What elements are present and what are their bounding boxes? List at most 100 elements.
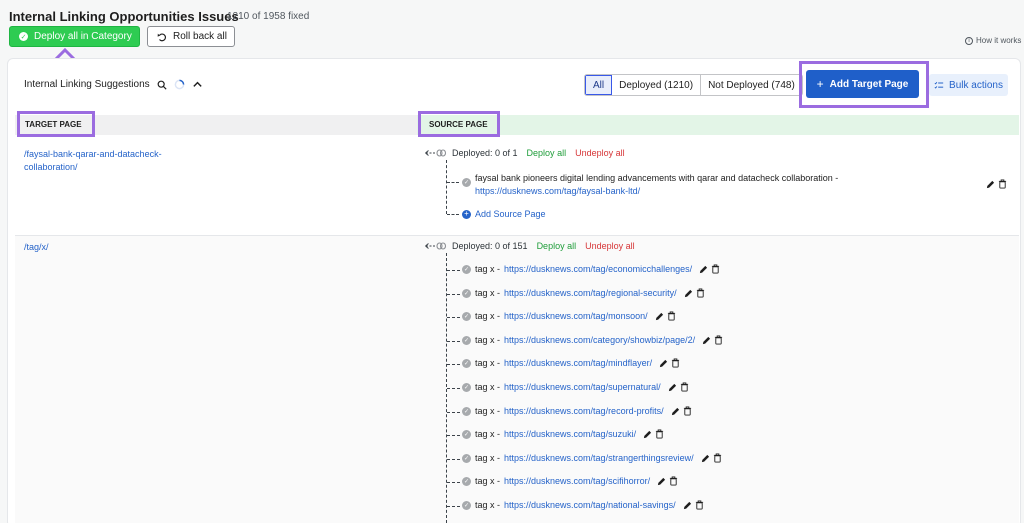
source-url-link[interactable]: https://dusknews.com/tag/scifihorror/ xyxy=(504,476,650,486)
pencil-icon[interactable] xyxy=(668,383,677,392)
deploy-all-link[interactable]: Deploy all xyxy=(537,241,577,251)
source-item-tools xyxy=(701,453,722,463)
target-page-link[interactable]: /tag/x/ xyxy=(24,241,194,254)
how-it-works-label: How it works xyxy=(976,36,1022,45)
section-title: Internal Linking Suggestions xyxy=(24,79,150,90)
pencil-icon[interactable] xyxy=(683,501,692,510)
tree-branch xyxy=(447,294,460,295)
check-circle-icon: ✓ xyxy=(462,429,471,439)
deploy-all-link[interactable]: Deploy all xyxy=(527,148,567,158)
table-header-source-bg xyxy=(417,115,1019,135)
trash-icon[interactable] xyxy=(713,453,722,463)
source-url-link[interactable]: https://dusknews.com/tag/suzuki/ xyxy=(504,429,636,439)
check-circle-icon: ✓ xyxy=(462,288,471,298)
pencil-icon[interactable] xyxy=(657,477,666,486)
tree-branch xyxy=(447,435,460,436)
tree-connector xyxy=(446,160,447,214)
source-url-link[interactable]: https://dusknews.com/tag/faysal-bank-ltd… xyxy=(475,185,838,198)
roll-back-all-button[interactable]: Roll back all xyxy=(147,26,235,47)
pencil-icon[interactable] xyxy=(659,359,668,368)
check-circle-icon: ✓ xyxy=(462,500,471,510)
source-item: faysal bank pioneers digital lending adv… xyxy=(475,172,838,198)
filter-deployed[interactable]: Deployed (1210) xyxy=(612,75,702,95)
pencil-icon[interactable] xyxy=(699,265,708,274)
trash-icon[interactable] xyxy=(655,429,664,439)
trash-icon[interactable] xyxy=(696,288,705,298)
target-url-line-2: collaboration/ xyxy=(24,162,78,172)
source-url-link[interactable]: https://dusknews.com/tag/economicchallen… xyxy=(504,264,692,274)
pencil-icon[interactable] xyxy=(986,180,995,189)
trash-icon[interactable] xyxy=(669,476,678,486)
check-circle-icon: ✓ xyxy=(462,311,471,321)
source-anchor-text: tag x - xyxy=(475,311,501,321)
source-url-link[interactable]: https://dusknews.com/category/showbiz/pa… xyxy=(504,335,695,345)
check-circle-icon: ✓ xyxy=(462,358,471,368)
source-item: ✓ tag x - https://dusknews.com/tag/strange… xyxy=(462,453,722,463)
source-item: ✓ tag x - https://dusknews.com/tag/scifiho… xyxy=(462,476,678,486)
source-url-link[interactable]: https://dusknews.com/tag/national-saving… xyxy=(504,500,676,510)
bulk-actions-button[interactable]: Bulk actions xyxy=(929,74,1008,96)
pencil-icon[interactable] xyxy=(671,407,680,416)
source-item: ✓ tag x - https://dusknews.com/tag/superna… xyxy=(462,382,689,392)
undeploy-all-link[interactable]: Undeploy all xyxy=(575,148,625,158)
source-url-link[interactable]: https://dusknews.com/tag/mindflayer/ xyxy=(504,358,652,368)
chevron-up-icon[interactable] xyxy=(192,79,203,90)
source-item-tools xyxy=(643,429,664,439)
bulk-actions-label: Bulk actions xyxy=(949,79,1003,91)
plus-icon: + xyxy=(816,77,824,91)
add-target-page-button[interactable]: + Add Target Page xyxy=(806,70,919,98)
trash-icon[interactable] xyxy=(695,500,704,510)
source-url-link[interactable]: https://dusknews.com/tag/regional-securi… xyxy=(504,288,677,298)
source-item-tools xyxy=(699,264,720,274)
source-url-link[interactable]: https://dusknews.com/tag/monsoon/ xyxy=(504,311,648,321)
search-icon[interactable] xyxy=(157,80,167,90)
add-source-page-button[interactable]: + Add Source Page xyxy=(462,209,546,219)
pencil-icon[interactable] xyxy=(701,454,710,463)
trash-icon[interactable] xyxy=(714,335,723,345)
pencil-icon[interactable] xyxy=(655,312,664,321)
how-it-works-link[interactable]: i How it works xyxy=(965,36,1021,45)
tree-branch xyxy=(447,341,460,342)
trash-icon[interactable] xyxy=(998,179,1007,189)
source-url-link[interactable]: https://dusknews.com/tag/supernatural/ xyxy=(504,382,661,392)
source-anchor-text: faysal bank pioneers digital lending adv… xyxy=(475,173,839,183)
source-item: ✓ tag x - https://dusknews.com/category/sh… xyxy=(462,335,723,345)
tree-branch xyxy=(447,506,460,507)
link-icon xyxy=(425,148,447,158)
tree-branch xyxy=(447,459,460,460)
source-item: ✓ tag x - https://dusknews.com/tag/record-… xyxy=(462,406,692,416)
trash-icon[interactable] xyxy=(671,358,680,368)
source-url-link[interactable]: https://dusknews.com/tag/record-profits/ xyxy=(504,406,664,416)
pencil-icon[interactable] xyxy=(684,289,693,298)
source-anchor-text: tag x - xyxy=(475,406,501,416)
pencil-icon[interactable] xyxy=(643,430,652,439)
source-item-tools xyxy=(684,288,705,298)
pencil-icon[interactable] xyxy=(702,336,711,345)
deployed-count: Deployed: 0 of 151 xyxy=(452,241,528,251)
source-anchor-text: tag x - xyxy=(475,358,501,368)
add-target-page-label: Add Target Page xyxy=(829,78,909,90)
source-item: ✓ tag x - https://dusknews.com/tag/mindfla… xyxy=(462,358,680,368)
undeploy-all-link[interactable]: Undeploy all xyxy=(585,241,635,251)
trash-icon[interactable] xyxy=(683,406,692,416)
target-url-line-1: /faysal-bank-qarar-and-datacheck- xyxy=(24,149,162,159)
tree-branch xyxy=(447,388,460,389)
tree-branch xyxy=(447,182,459,183)
deploy-all-in-category-button[interactable]: ✓ Deploy all in Category xyxy=(9,26,140,47)
source-item-tools xyxy=(986,179,1007,189)
source-url-link[interactable]: https://dusknews.com/tag/strangerthingsr… xyxy=(504,453,694,463)
target-page-link[interactable]: /faysal-bank-qarar-and-datacheck- collab… xyxy=(24,148,194,174)
deploy-status-row: Deployed: 0 of 1 Deploy all Undeploy all xyxy=(425,148,625,158)
source-item: ✓ tag x - https://dusknews.com/tag/nationa… xyxy=(462,500,704,510)
column-header-target: TARGET PAGE xyxy=(17,111,95,137)
trash-icon[interactable] xyxy=(680,382,689,392)
loading-spinner-icon xyxy=(174,79,184,90)
trash-icon[interactable] xyxy=(667,311,676,321)
trash-icon[interactable] xyxy=(711,264,720,274)
source-item-tools xyxy=(655,311,676,321)
tree-branch xyxy=(447,317,460,318)
source-anchor-text: tag x - xyxy=(475,335,501,345)
filter-not-deployed[interactable]: Not Deployed (748) xyxy=(701,75,802,95)
source-anchor-text: tag x - xyxy=(475,429,501,439)
filter-all[interactable]: All xyxy=(585,75,613,95)
